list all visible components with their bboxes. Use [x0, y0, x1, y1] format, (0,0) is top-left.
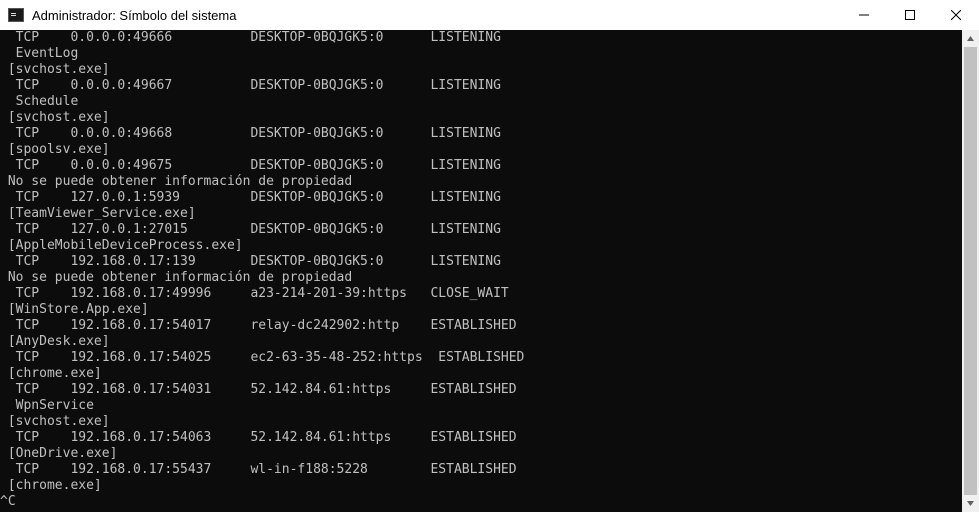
console-line: No se puede obtener información de propi…: [0, 174, 353, 189]
console-line: [WinStore.App.exe]: [0, 302, 149, 317]
console-line: [svchost.exe]: [0, 414, 110, 429]
close-button[interactable]: [933, 0, 979, 30]
console-line: TCP 0.0.0.0:49668 DESKTOP-0BQJGK5:0 LIST…: [0, 126, 501, 141]
console-line: [AppleMobileDeviceProcess.exe]: [0, 238, 243, 253]
console-line: [TeamViewer_Service.exe]: [0, 206, 196, 221]
maximize-icon: [905, 10, 915, 20]
scrollbar-thumb[interactable]: [964, 47, 977, 495]
console-line: [AnyDesk.exe]: [0, 334, 110, 349]
console-lines: TCP 0.0.0.0:49666 DESKTOP-0BQJGK5:0 LIST…: [0, 30, 962, 510]
console-line: TCP 192.168.0.17:54025 ec2-63-35-48-252:…: [0, 350, 525, 365]
console-line: TCP 0.0.0.0:49666 DESKTOP-0BQJGK5:0 LIST…: [0, 30, 501, 45]
minimize-icon: [859, 14, 869, 16]
chevron-down-icon: [967, 501, 974, 506]
console-line: TCP 127.0.0.1:5939 DESKTOP-0BQJGK5:0 LIS…: [0, 190, 501, 205]
console-line: [svchost.exe]: [0, 110, 110, 125]
console-line: Schedule: [0, 94, 79, 109]
window-controls: [841, 0, 979, 30]
scroll-down-button[interactable]: [962, 495, 979, 512]
console-line: TCP 192.168.0.17:54017 relay-dc242902:ht…: [0, 318, 517, 333]
console-line: WpnService: [0, 398, 94, 413]
minimize-button[interactable]: [841, 0, 887, 30]
console-line: EventLog: [0, 46, 79, 61]
console-line: [spoolsv.exe]: [0, 142, 110, 157]
console-line: ^C: [0, 494, 16, 509]
maximize-button[interactable]: [887, 0, 933, 30]
title-bar[interactable]: Administrador: Símbolo del sistema: [0, 0, 979, 30]
console-line: TCP 0.0.0.0:49667 DESKTOP-0BQJGK5:0 LIST…: [0, 78, 501, 93]
scroll-up-button[interactable]: [962, 30, 979, 47]
console-line: TCP 192.168.0.17:55437 wl-in-f188:5228 E…: [0, 462, 517, 477]
console-line: TCP 192.168.0.17:54031 52.142.84.61:http…: [0, 382, 517, 397]
console-output[interactable]: TCP 0.0.0.0:49666 DESKTOP-0BQJGK5:0 LIST…: [0, 30, 962, 512]
console-line: TCP 192.168.0.17:139 DESKTOP-0BQJGK5:0 L…: [0, 254, 501, 269]
console-line: TCP 192.168.0.17:54063 52.142.84.61:http…: [0, 430, 517, 445]
console-line: TCP 192.168.0.17:49996 a23-214-201-39:ht…: [0, 286, 509, 301]
chevron-up-icon: [967, 36, 974, 41]
console-line: TCP 0.0.0.0:49675 DESKTOP-0BQJGK5:0 LIST…: [0, 158, 501, 173]
console-line: No se puede obtener información de propi…: [0, 270, 353, 285]
console-line: [chrome.exe]: [0, 478, 102, 493]
console-line: [chrome.exe]: [0, 366, 102, 381]
console-line: [OneDrive.exe]: [0, 446, 118, 461]
close-icon: [951, 10, 961, 20]
window-title: Administrador: Símbolo del sistema: [32, 7, 237, 23]
command-prompt-window: Administrador: Símbolo del sistema TCP 0…: [0, 0, 979, 512]
vertical-scrollbar[interactable]: [962, 30, 979, 512]
console-line: [svchost.exe]: [0, 62, 110, 77]
console-line: TCP 127.0.0.1:27015 DESKTOP-0BQJGK5:0 LI…: [0, 222, 501, 237]
cmd-icon[interactable]: [8, 8, 24, 22]
